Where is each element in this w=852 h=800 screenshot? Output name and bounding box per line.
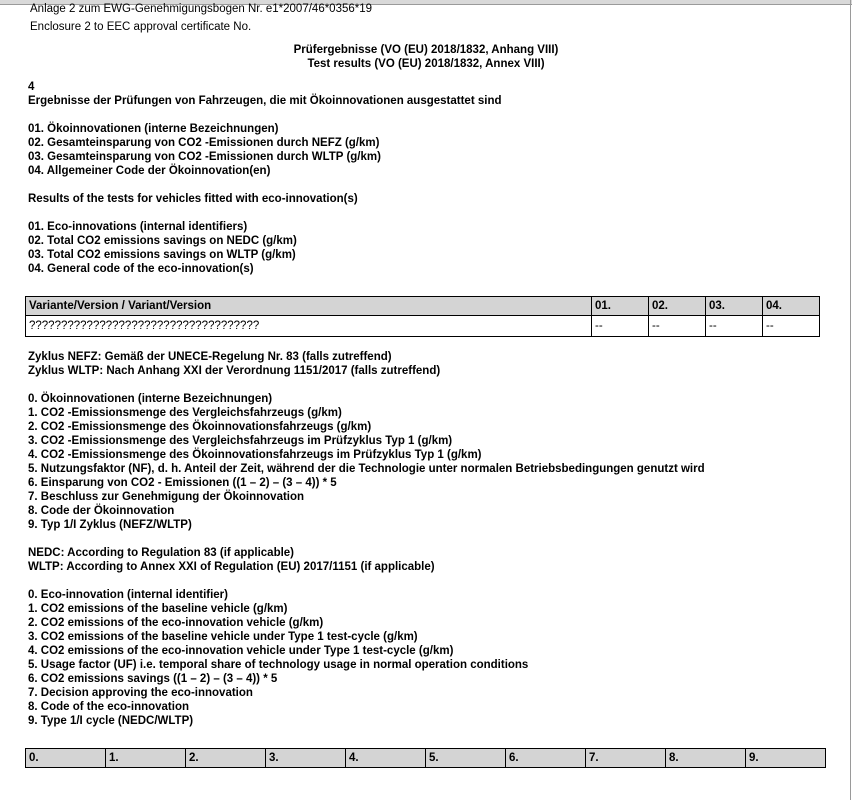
value-cell-01: -- (591, 315, 649, 337)
cycle-de-item: 5. Nutzungsfaktor (NF), d. h. Anteil der… (28, 463, 705, 475)
header-line-2: Enclosure 2 to EEC approval certificate … (30, 21, 252, 33)
section-en-item: 03. Total CO2 emissions savings on WLTP … (28, 249, 296, 261)
title-de: Prüfergebnisse (VO (EU) 2018/1832, Anhan… (293, 44, 559, 56)
cycle-de-item: 3. CO2 -Emissionsmenge des Vergleichsfah… (28, 435, 453, 447)
value-cell-02: -- (648, 315, 706, 337)
bottom-col-9: 9. (745, 748, 826, 768)
bottom-col-7: 7. (585, 748, 666, 768)
section-de: 4 Ergebnisse der Prüfungen von Fahrzeuge… (28, 80, 502, 276)
section-de-item: 02. Gesamteinsparung von CO2 -Emissionen… (28, 137, 380, 149)
cycle-de-item: 7. Beschluss zur Genehmigung der Ökoinno… (28, 491, 305, 503)
section-en-item: 02. Total CO2 emissions savings on NEDC … (28, 235, 297, 247)
section-de-item: 03. Gesamteinsparung von CO2 -Emissionen… (28, 151, 381, 163)
cycle-de-item: 8. Code der Ökoinnovation (28, 505, 175, 517)
value-cell-03: -- (705, 315, 763, 337)
cycle-en-item: 6. CO2 emissions savings ((1 – 2) – (3 –… (28, 673, 278, 685)
cycle-en-item: 1. CO2 emissions of the baseline vehicle… (28, 603, 288, 615)
section-de-item: 01. Ökoinnovationen (interne Bezeichnung… (28, 123, 279, 135)
bottom-table-header: 0. 1. 2. 3. 4. 5. 6. 7. 8. 9. (25, 748, 826, 768)
section-en-item: 04. General code of the eco-innovation(s… (28, 263, 254, 275)
cycle-en-item: 9. Type 1/I cycle (NEDC/WLTP) (28, 715, 194, 727)
cycle-en-item: 4. CO2 emissions of the eco-innovation v… (28, 645, 454, 657)
variant-table: Variante/Version / Variant/Version 01. 0… (25, 296, 820, 337)
bottom-col-4: 4. (345, 748, 426, 768)
cycle-en-line: WLTP: According to Annex XXI of Regulati… (28, 561, 435, 573)
cycle-en-line: NEDC: According to Regulation 83 (if app… (28, 547, 295, 559)
col-header-03: 03. (705, 296, 763, 316)
cycle-de-item: 6. Einsparung von CO2 - Emissionen ((1 –… (28, 477, 337, 489)
section-en-heading: Results of the tests for vehicles fitted… (28, 193, 358, 205)
cycle-de-item: 2. CO2 -Emissionsmenge des Ökoinnovation… (28, 421, 372, 433)
cycle-en-item: 7. Decision approving the eco-innovation (28, 687, 253, 699)
bottom-table: 0. 1. 2. 3. 4. 5. 6. 7. 8. 9. (25, 748, 826, 768)
cycle-de-item: 0. Ökoinnovationen (interne Bezeichnunge… (28, 393, 273, 405)
cycle-de-line: Zyklus WLTP: Nach Anhang XXI der Verordn… (28, 365, 441, 377)
col-header-04: 04. (762, 296, 820, 316)
cycle-en-item: 5. Usage factor (UF) i.e. temporal share… (28, 659, 529, 671)
variant-table-header: Variante/Version / Variant/Version 01. 0… (25, 296, 820, 316)
cycle-en-item: 2. CO2 emissions of the eco-innovation v… (28, 617, 324, 629)
bottom-col-0: 0. (25, 748, 106, 768)
bottom-col-5: 5. (425, 748, 506, 768)
cycle-de-line: Zyklus NEFZ: Gemäß der UNECE-Regelung Nr… (28, 351, 392, 363)
bottom-col-3: 3. (265, 748, 346, 768)
col-header-01: 01. (591, 296, 649, 316)
table-row: ???????????????????????????????????? -- … (25, 315, 820, 337)
bottom-col-1: 1. (105, 748, 186, 768)
variant-header: Variante/Version / Variant/Version (25, 296, 592, 316)
value-cell-04: -- (762, 315, 820, 337)
bottom-col-2: 2. (185, 748, 266, 768)
cycle-en-item: 0. Eco-innovation (internal identifier) (28, 589, 228, 601)
title-en: Test results (VO (EU) 2018/1832, Annex V… (307, 58, 545, 70)
col-header-02: 02. (648, 296, 706, 316)
variant-cell: ???????????????????????????????????? (25, 315, 592, 337)
cycle-de-item: 1. CO2 -Emissionsmenge des Vergleichsfah… (28, 407, 342, 419)
cycle-en-item: 8. Code of the eco-innovation (28, 701, 190, 713)
right-border (850, 0, 851, 800)
cycle-en-item: 3. CO2 emissions of the baseline vehicle… (28, 631, 418, 643)
bottom-col-6: 6. (505, 748, 586, 768)
header-line-1: Anlage 2 zum EWG-Genehmigungsbogen Nr. e… (30, 3, 373, 15)
section-number: 4 (28, 81, 35, 93)
bottom-col-8: 8. (665, 748, 746, 768)
cycle-de-item: 9. Typ 1/I Zyklus (NEFZ/WLTP) (28, 519, 192, 531)
section-de-item: 04. Allgemeiner Code der Ökoinnovation(e… (28, 165, 271, 177)
section-en-item: 01. Eco-innovations (internal identifier… (28, 221, 248, 233)
section-de-heading: Ergebnisse der Prüfungen von Fahrzeugen,… (28, 95, 502, 107)
cycle-section: Zyklus NEFZ: Gemäß der UNECE-Regelung Nr… (28, 350, 705, 728)
cycle-de-item: 4. CO2 -Emissionsmenge des Ökoinnovation… (28, 449, 482, 461)
